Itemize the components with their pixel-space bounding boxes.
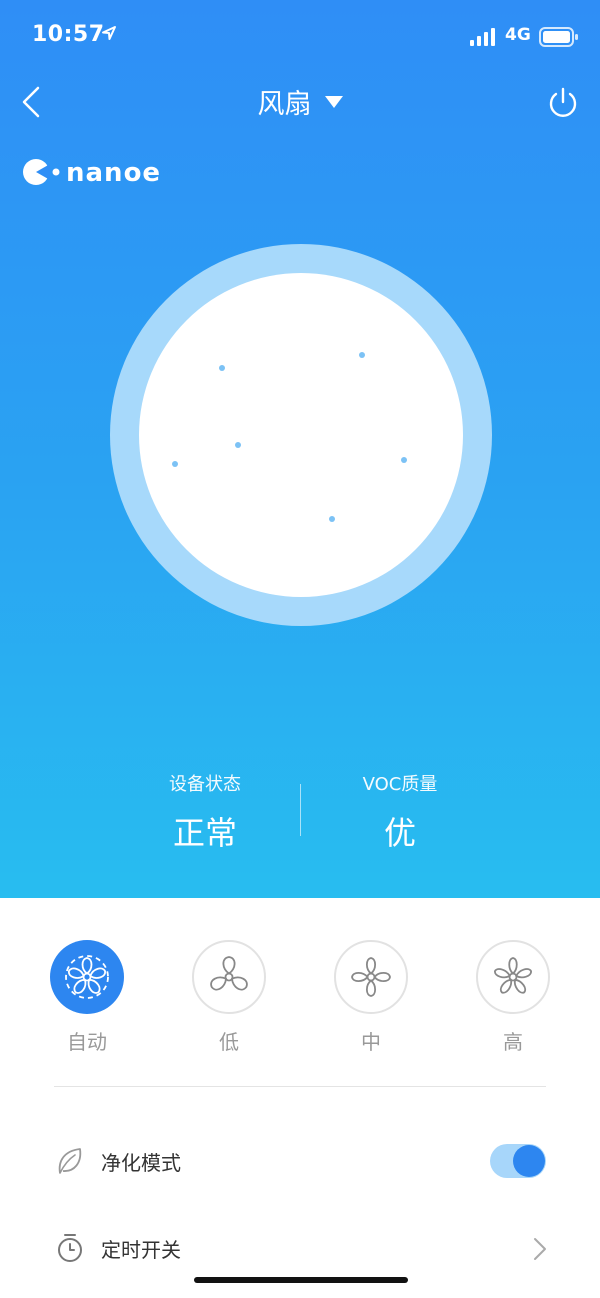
nanoe-logo: nanoe — [23, 158, 161, 188]
home-indicator[interactable] — [194, 1277, 408, 1283]
signal-icon — [470, 28, 495, 46]
air-quality-ring — [110, 244, 492, 626]
leaf-icon — [58, 1148, 82, 1174]
status-time: 10:57 — [32, 22, 105, 47]
fan-mode-medium-button[interactable] — [334, 940, 408, 1014]
voc-quality-label: VOC质量 — [362, 774, 438, 795]
particle-dot — [172, 461, 178, 467]
timer-label: 定时开关 — [101, 1238, 181, 1262]
fan-mode-low[interactable]: 低 — [179, 940, 279, 1055]
fan-mode-label: 低 — [219, 1030, 239, 1054]
caret-down-icon — [324, 95, 343, 108]
fan-mode-medium[interactable]: 中 — [321, 940, 421, 1055]
hero-panel: 10:57 4G 风扇 nanoe 设备状态 正常 VOC质量 优 — [0, 0, 600, 898]
chevron-right-icon — [534, 1238, 546, 1260]
purify-mode-label: 净化模式 — [101, 1151, 181, 1175]
fan-icon — [492, 957, 534, 996]
fan-mode-selector: 自动 低 中 高 — [0, 940, 600, 1060]
timer-icon — [58, 1234, 82, 1262]
timer-row[interactable]: 定时开关 — [0, 1218, 600, 1278]
location-arrow-icon — [102, 26, 116, 40]
particle-dot — [219, 365, 225, 371]
divider — [54, 1086, 546, 1087]
particle-dot — [329, 516, 335, 522]
svg-text:nanoe: nanoe — [66, 158, 161, 188]
fan-mode-auto-button[interactable] — [50, 940, 124, 1014]
fan-mode-label: 自动 — [67, 1030, 107, 1054]
network-type: 4G — [505, 25, 531, 45]
particle-dot — [235, 442, 241, 448]
toggle-knob — [513, 1145, 545, 1177]
fan-mode-low-button[interactable] — [192, 940, 266, 1014]
voc-quality-value: 优 — [383, 814, 416, 852]
fan-mode-high-button[interactable] — [476, 940, 550, 1014]
air-quality-dial — [139, 273, 463, 597]
purify-mode-row: 净化模式 — [0, 1131, 600, 1191]
page-title: 风扇 — [257, 89, 312, 120]
status-bar: 10:57 4G — [0, 0, 600, 72]
device-selector[interactable]: 风扇 — [0, 82, 600, 121]
fan-mode-auto[interactable]: 自动 — [37, 940, 137, 1055]
battery-icon — [539, 27, 578, 47]
purify-mode-toggle[interactable] — [490, 1144, 546, 1178]
fan-mode-label: 高 — [503, 1030, 523, 1054]
fan-mode-high[interactable]: 高 — [463, 940, 563, 1055]
nav-bar: 风扇 — [0, 72, 600, 136]
fan-icon — [65, 955, 109, 999]
voc-quality-stat: VOC质量 优 — [275, 770, 525, 854]
fan-icon — [351, 957, 391, 997]
power-icon[interactable] — [546, 86, 580, 120]
fan-icon — [207, 956, 251, 993]
particle-dot — [359, 352, 365, 358]
fan-mode-label: 中 — [361, 1030, 381, 1054]
particle-dot — [401, 457, 407, 463]
